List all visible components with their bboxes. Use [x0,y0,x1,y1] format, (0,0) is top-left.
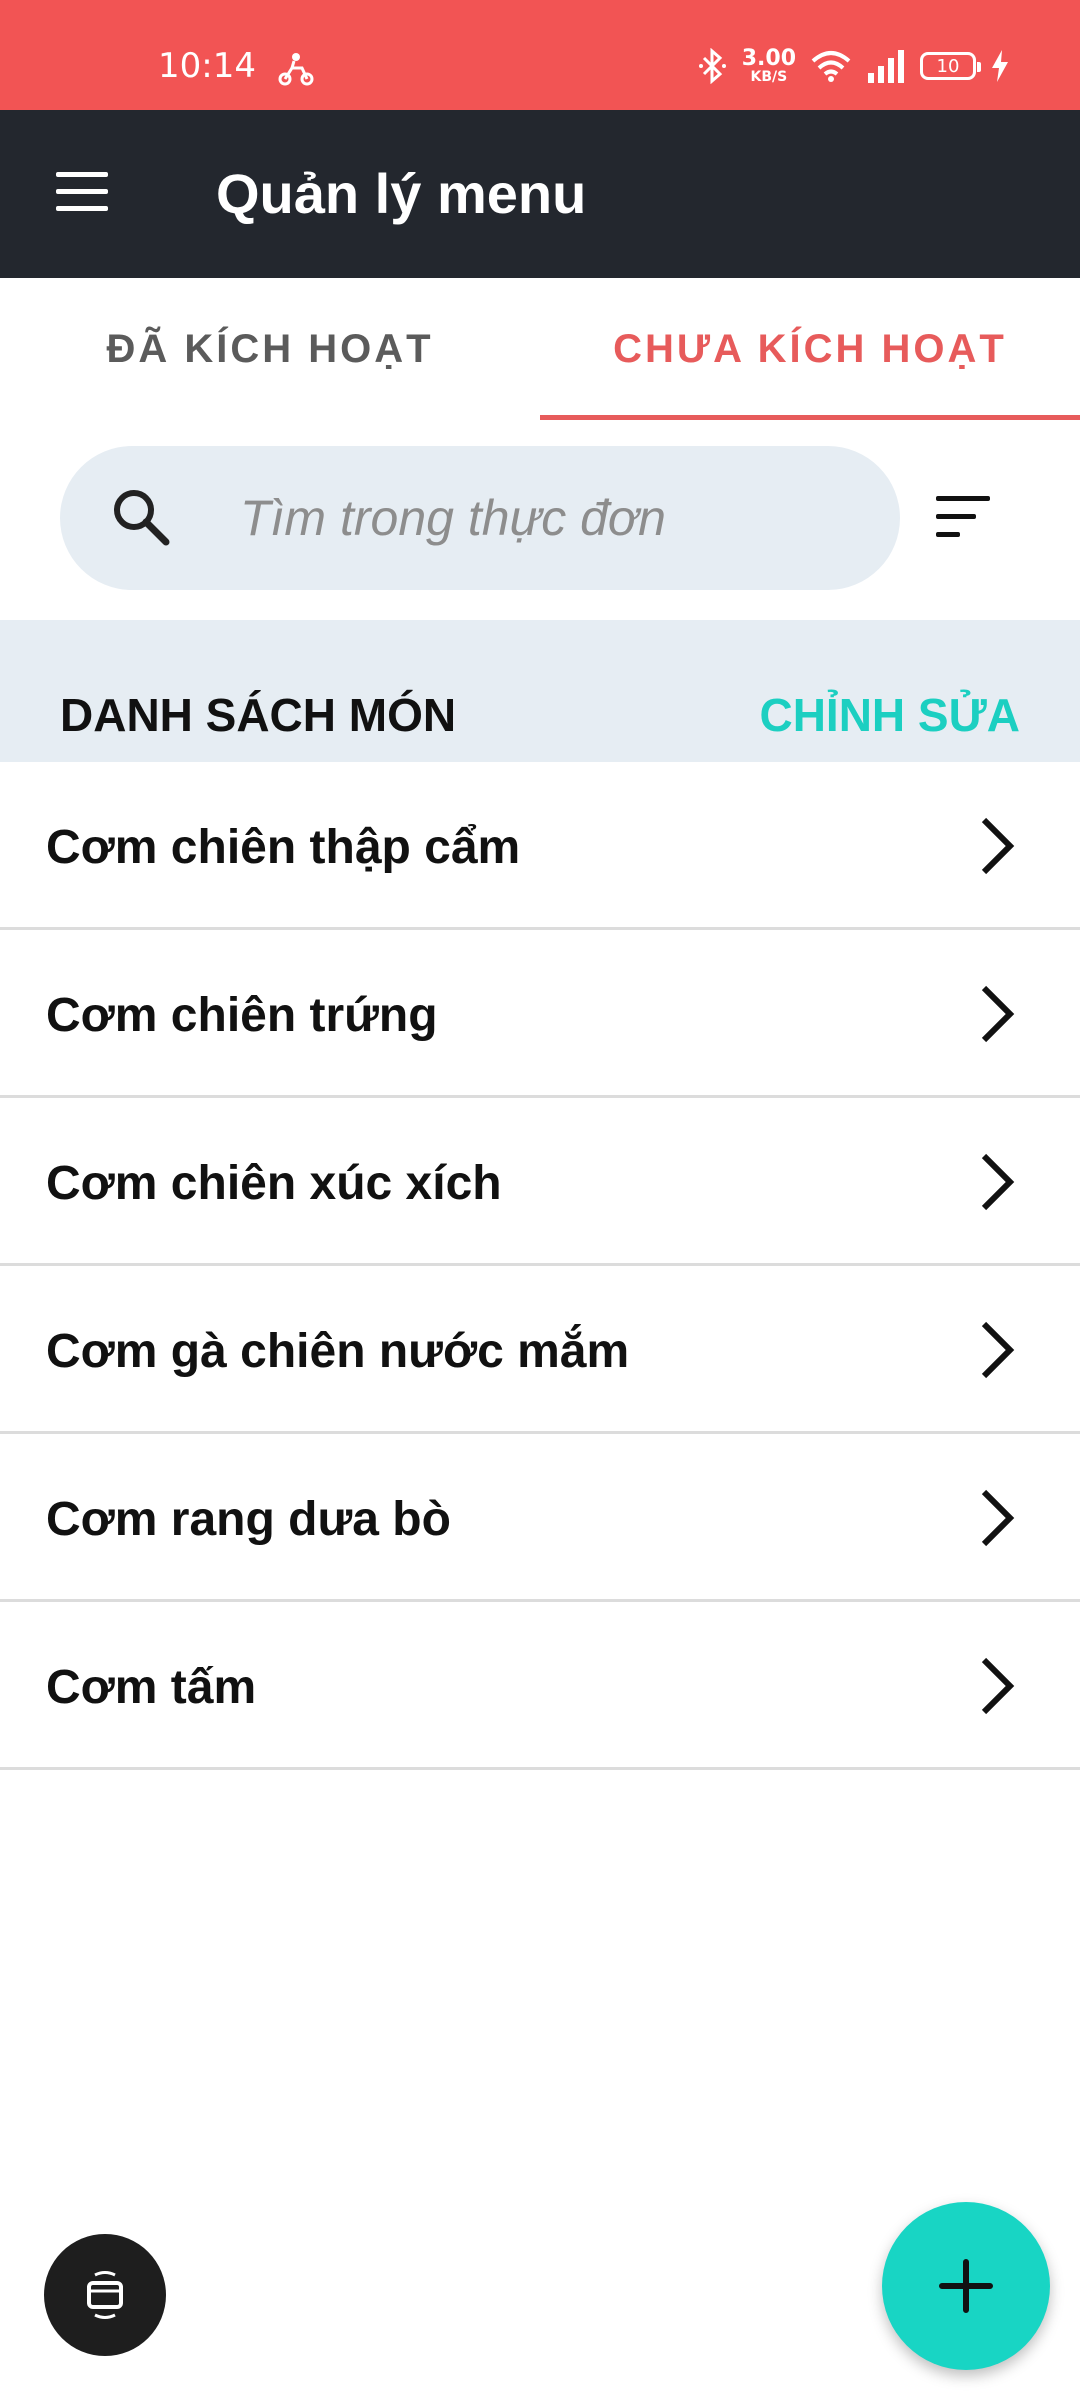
section-header: DANH SÁCH MÓN CHỈNH SỬA [0,620,1080,762]
status-bar: 10:14 3.00 KB/S 10 [0,0,1080,110]
delivery-scooter-icon [278,53,314,86]
list-item[interactable]: Cơm chiên trứng [0,930,1080,1098]
network-speed: 3.00 KB/S [741,46,796,85]
item-name: Cơm chiên trứng [46,989,438,1042]
item-name: Cơm chiên xúc xích [46,1157,502,1210]
network-speed-unit: KB/S [750,69,788,85]
tab-not-activated[interactable]: CHƯA KÍCH HOẠT [540,278,1080,420]
status-icons: 3.00 KB/S 10 [698,44,1010,88]
signal-icon [868,50,904,83]
screen-switch-button[interactable] [44,2234,166,2356]
chevron-right-icon [981,817,1015,875]
status-time: 10:14 [158,46,256,86]
chevron-right-icon [981,985,1015,1043]
list-item[interactable]: Cơm tấm [0,1602,1080,1770]
chevron-right-icon [981,1657,1015,1715]
list-item[interactable]: Cơm rang dưa bò [0,1434,1080,1602]
battery-icon: 10 [920,52,981,80]
wifi-icon [811,51,851,82]
chevron-right-icon [981,1321,1015,1379]
search-icon [114,490,170,546]
screen-switch-icon [87,2271,123,2319]
search-bar[interactable] [60,446,900,590]
item-name: Cơm tấm [46,1661,257,1714]
network-speed-value: 3.00 [741,46,796,71]
bluetooth-icon [698,48,726,84]
tab-activated[interactable]: ĐÃ KÍCH HOẠT [0,278,540,420]
sort-filter-icon[interactable] [930,488,1000,548]
tab-bar: ĐÃ KÍCH HOẠT CHƯA KÍCH HOẠT [0,278,1080,420]
charging-icon [992,50,1008,82]
list-item[interactable]: Cơm gà chiên nước mắm [0,1266,1080,1434]
menu-list: Cơm chiên thập cẩm Cơm chiên trứng Cơm c… [0,762,1080,1770]
list-item[interactable]: Cơm chiên xúc xích [0,1098,1080,1266]
list-item[interactable]: Cơm chiên thập cẩm [0,762,1080,930]
battery-level: 10 [936,55,960,77]
tab-indicator [540,415,1080,420]
add-item-button[interactable] [882,2202,1050,2370]
chevron-right-icon [981,1489,1015,1547]
hamburger-icon[interactable] [52,168,112,216]
app-bar: Quản lý menu [0,110,1080,278]
item-name: Cơm rang dưa bò [46,1493,451,1546]
item-name: Cơm gà chiên nước mắm [46,1325,630,1378]
chevron-right-icon [981,1153,1015,1211]
section-title: DANH SÁCH MÓN [60,689,457,741]
page-title: Quản lý menu [216,162,587,225]
plus-icon [939,2259,993,2313]
item-name: Cơm chiên thập cẩm [46,821,521,874]
edit-button[interactable]: CHỈNH SỬA [759,690,1020,740]
search-input[interactable] [240,476,860,560]
